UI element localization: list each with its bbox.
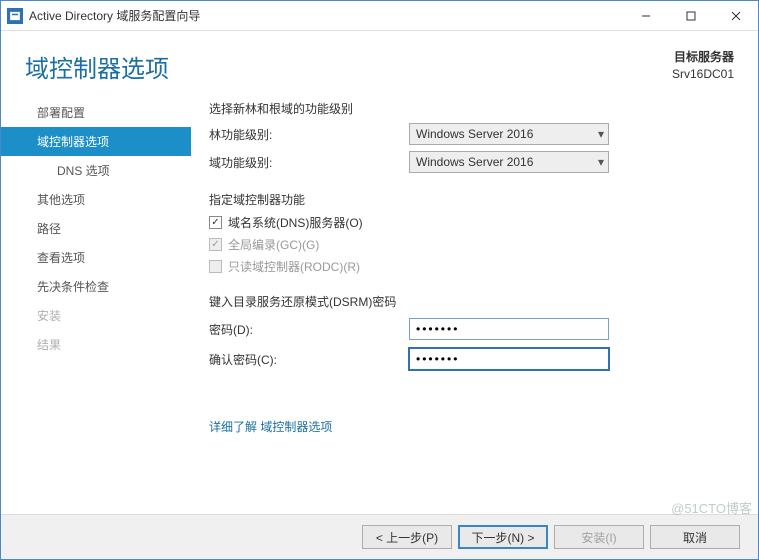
forest-level-select[interactable]: Windows Server 2016 ▾ — [409, 123, 609, 145]
wizard-body: 部署配置 域控制器选项 DNS 选项 其他选项 路径 查看选项 先决条件检查 安… — [1, 92, 758, 514]
confirm-password-input[interactable] — [409, 348, 609, 370]
forest-level-label: 林功能级别: — [209, 126, 409, 143]
sidebar-item-deploy[interactable]: 部署配置 — [1, 98, 191, 127]
checkbox-dns-label: 域名系统(DNS)服务器(O) — [228, 214, 363, 231]
forest-level-value: Windows Server 2016 — [416, 127, 533, 141]
next-button[interactable]: 下一步(N) > — [458, 525, 548, 549]
confirm-password-label: 确认密码(C): — [209, 351, 409, 368]
sidebar-item-paths[interactable]: 路径 — [1, 214, 191, 243]
sidebar-item-dns-options[interactable]: DNS 选项 — [1, 156, 191, 185]
learn-more-link[interactable]: 详细了解 域控制器选项 — [209, 418, 332, 435]
checkbox-gc-label: 全局编录(GC)(G) — [228, 236, 319, 253]
sidebar-item-prereq[interactable]: 先决条件检查 — [1, 272, 191, 301]
page-heading: 域控制器选项 — [25, 49, 672, 84]
wizard-main: 选择新林和根域的功能级别 林功能级别: Windows Server 2016 … — [191, 92, 758, 514]
window-title: Active Directory 域服务配置向导 — [29, 7, 623, 24]
functional-level-title: 选择新林和根域的功能级别 — [209, 100, 728, 117]
domain-level-select[interactable]: Windows Server 2016 ▾ — [409, 151, 609, 173]
wizard-window: Active Directory 域服务配置向导 域控制器选项 目标服务器 Sr… — [0, 0, 759, 560]
header-row: 域控制器选项 目标服务器 Srv16DC01 — [1, 31, 758, 92]
cancel-button[interactable]: 取消 — [650, 525, 740, 549]
checkbox-rodc-label: 只读域控制器(RODC)(R) — [228, 258, 360, 275]
sidebar-item-results: 结果 — [1, 330, 191, 359]
domain-level-label: 域功能级别: — [209, 154, 409, 171]
checkbox-rodc — [209, 260, 222, 273]
sidebar-item-install: 安装 — [1, 301, 191, 330]
chevron-down-icon: ▾ — [598, 127, 604, 141]
sidebar-item-dc-options[interactable]: 域控制器选项 — [1, 127, 191, 156]
app-icon — [7, 8, 23, 24]
password-label: 密码(D): — [209, 321, 409, 338]
wizard-sidebar: 部署配置 域控制器选项 DNS 选项 其他选项 路径 查看选项 先决条件检查 安… — [1, 92, 191, 514]
sidebar-item-review[interactable]: 查看选项 — [1, 243, 191, 272]
sidebar-item-additional[interactable]: 其他选项 — [1, 185, 191, 214]
install-button: 安装(I) — [554, 525, 644, 549]
chevron-down-icon: ▾ — [598, 155, 604, 169]
dsrm-title: 键入目录服务还原模式(DSRM)密码 — [209, 293, 728, 310]
checkbox-gc-row: ✓ 全局编录(GC)(G) — [209, 236, 728, 253]
checkbox-dns-row[interactable]: ✓ 域名系统(DNS)服务器(O) — [209, 214, 728, 231]
checkbox-rodc-row: 只读域控制器(RODC)(R) — [209, 258, 728, 275]
maximize-button[interactable] — [668, 1, 713, 30]
wizard-footer: < 上一步(P) 下一步(N) > 安装(I) 取消 — [1, 514, 758, 559]
target-server-block: 目标服务器 Srv16DC01 — [672, 49, 734, 83]
close-button[interactable] — [713, 1, 758, 30]
checkbox-gc: ✓ — [209, 238, 222, 251]
domain-level-value: Windows Server 2016 — [416, 155, 533, 169]
checkbox-dns[interactable]: ✓ — [209, 216, 222, 229]
previous-button[interactable]: < 上一步(P) — [362, 525, 452, 549]
password-input[interactable] — [409, 318, 609, 340]
dc-capabilities-title: 指定域控制器功能 — [209, 191, 728, 208]
titlebar: Active Directory 域服务配置向导 — [1, 1, 758, 31]
target-server-label: 目标服务器 — [672, 49, 734, 66]
minimize-button[interactable] — [623, 1, 668, 30]
target-server-value: Srv16DC01 — [672, 66, 734, 83]
